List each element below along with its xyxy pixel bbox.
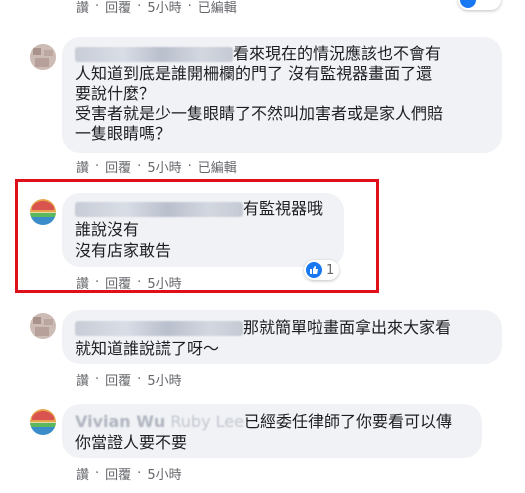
author-name[interactable]: Vivian Wu [75,412,165,431]
comment-line: 沒有店家敢告 [75,241,172,260]
edited-label[interactable]: 已編輯 [198,157,237,176]
reaction-count: 1 [326,262,335,278]
comment-line: 你當證人要不要 [75,433,188,452]
timestamp[interactable]: 5小時 [147,273,181,292]
like-link[interactable]: 讚 [76,0,89,16]
comment-actions: 讚 · 回覆 · 5小時 · 已編輯 [76,157,237,176]
comment-text: 有監視器哦 [75,199,323,218]
comment-line: 那就簡單啦畫面拿出來大家看 [243,318,452,337]
comment-actions: 讚 · 回覆 · 5小時 · 已編輯 [76,0,237,16]
reaction-badge[interactable] [458,0,501,10]
comment-line: 要說什麼？ [75,84,156,103]
comment-line: 誰說沒有 [75,220,140,239]
reply-link[interactable]: 回覆 [105,464,131,483]
author-name-redacted[interactable] [75,47,233,62]
comment-line: 人知道到底是誰開柵欄的門了 沒有監視器畫面了還 [75,64,433,83]
avatar-image [30,409,56,435]
separator: · [95,466,100,481]
avatar-image [30,199,56,225]
separator: · [95,372,100,387]
comment-line: 一隻眼睛嗎？ [75,124,172,143]
separator: · [95,275,100,290]
comment-text: 那就簡單啦畫面拿出來大家看 [75,318,451,337]
reply-link[interactable]: 回覆 [105,157,131,176]
separator: · [137,0,142,14]
separator: · [137,466,142,481]
comment-actions: 讚 · 回覆 · 5小時 [76,464,182,483]
author-name-redacted[interactable] [75,202,243,217]
like-reaction-icon [306,262,322,278]
like-reaction-icon [460,0,476,8]
avatar[interactable] [30,313,56,339]
avatar[interactable] [30,409,56,435]
avatar-image [30,313,56,339]
tagged-user[interactable]: Ruby Lee [170,412,244,431]
comment-line: 受害者就是少一隻眼睛了不然叫加害者或是家人們賠 [75,104,444,123]
comment-text: 看來現在的情況應該也不會有 [75,44,441,63]
like-link[interactable]: 讚 [76,273,89,292]
separator: · [137,372,142,387]
avatar[interactable] [30,199,56,225]
reaction-badge[interactable]: 1 [304,260,340,280]
comment-actions: 讚 · 回覆 · 5小時 [76,273,182,292]
comment-text: Vivian Wu Ruby Lee已經委任律師了你要看可以傳 [75,412,452,431]
avatar[interactable] [30,44,56,70]
reply-link[interactable]: 回覆 [105,273,131,292]
reply-link[interactable]: 回覆 [105,370,131,389]
timestamp[interactable]: 5小時 [147,464,181,483]
separator: · [95,159,100,174]
comment-line: 看來現在的情況應該也不會有 [233,44,442,63]
comment-line: 有監視器哦 [243,199,324,218]
like-link[interactable]: 讚 [76,157,89,176]
edited-label[interactable]: 已編輯 [198,0,237,16]
like-link[interactable]: 讚 [76,464,89,483]
separator: · [137,275,142,290]
reply-link[interactable]: 回覆 [105,0,131,16]
like-link[interactable]: 讚 [76,370,89,389]
separator: · [187,0,192,14]
timestamp[interactable]: 5小時 [147,370,181,389]
avatar-image [30,44,56,70]
timestamp[interactable]: 5小時 [147,0,181,16]
comment-actions: 讚 · 回覆 · 5小時 [76,370,182,389]
separator: · [137,159,142,174]
comment-line: 已經委任律師了你要看可以傳 [243,412,452,431]
separator: · [95,0,100,14]
separator: · [187,159,192,174]
author-name-redacted[interactable] [75,321,243,336]
comment-line: 就知道誰說謊了呀～ [75,339,220,358]
timestamp[interactable]: 5小時 [147,157,181,176]
